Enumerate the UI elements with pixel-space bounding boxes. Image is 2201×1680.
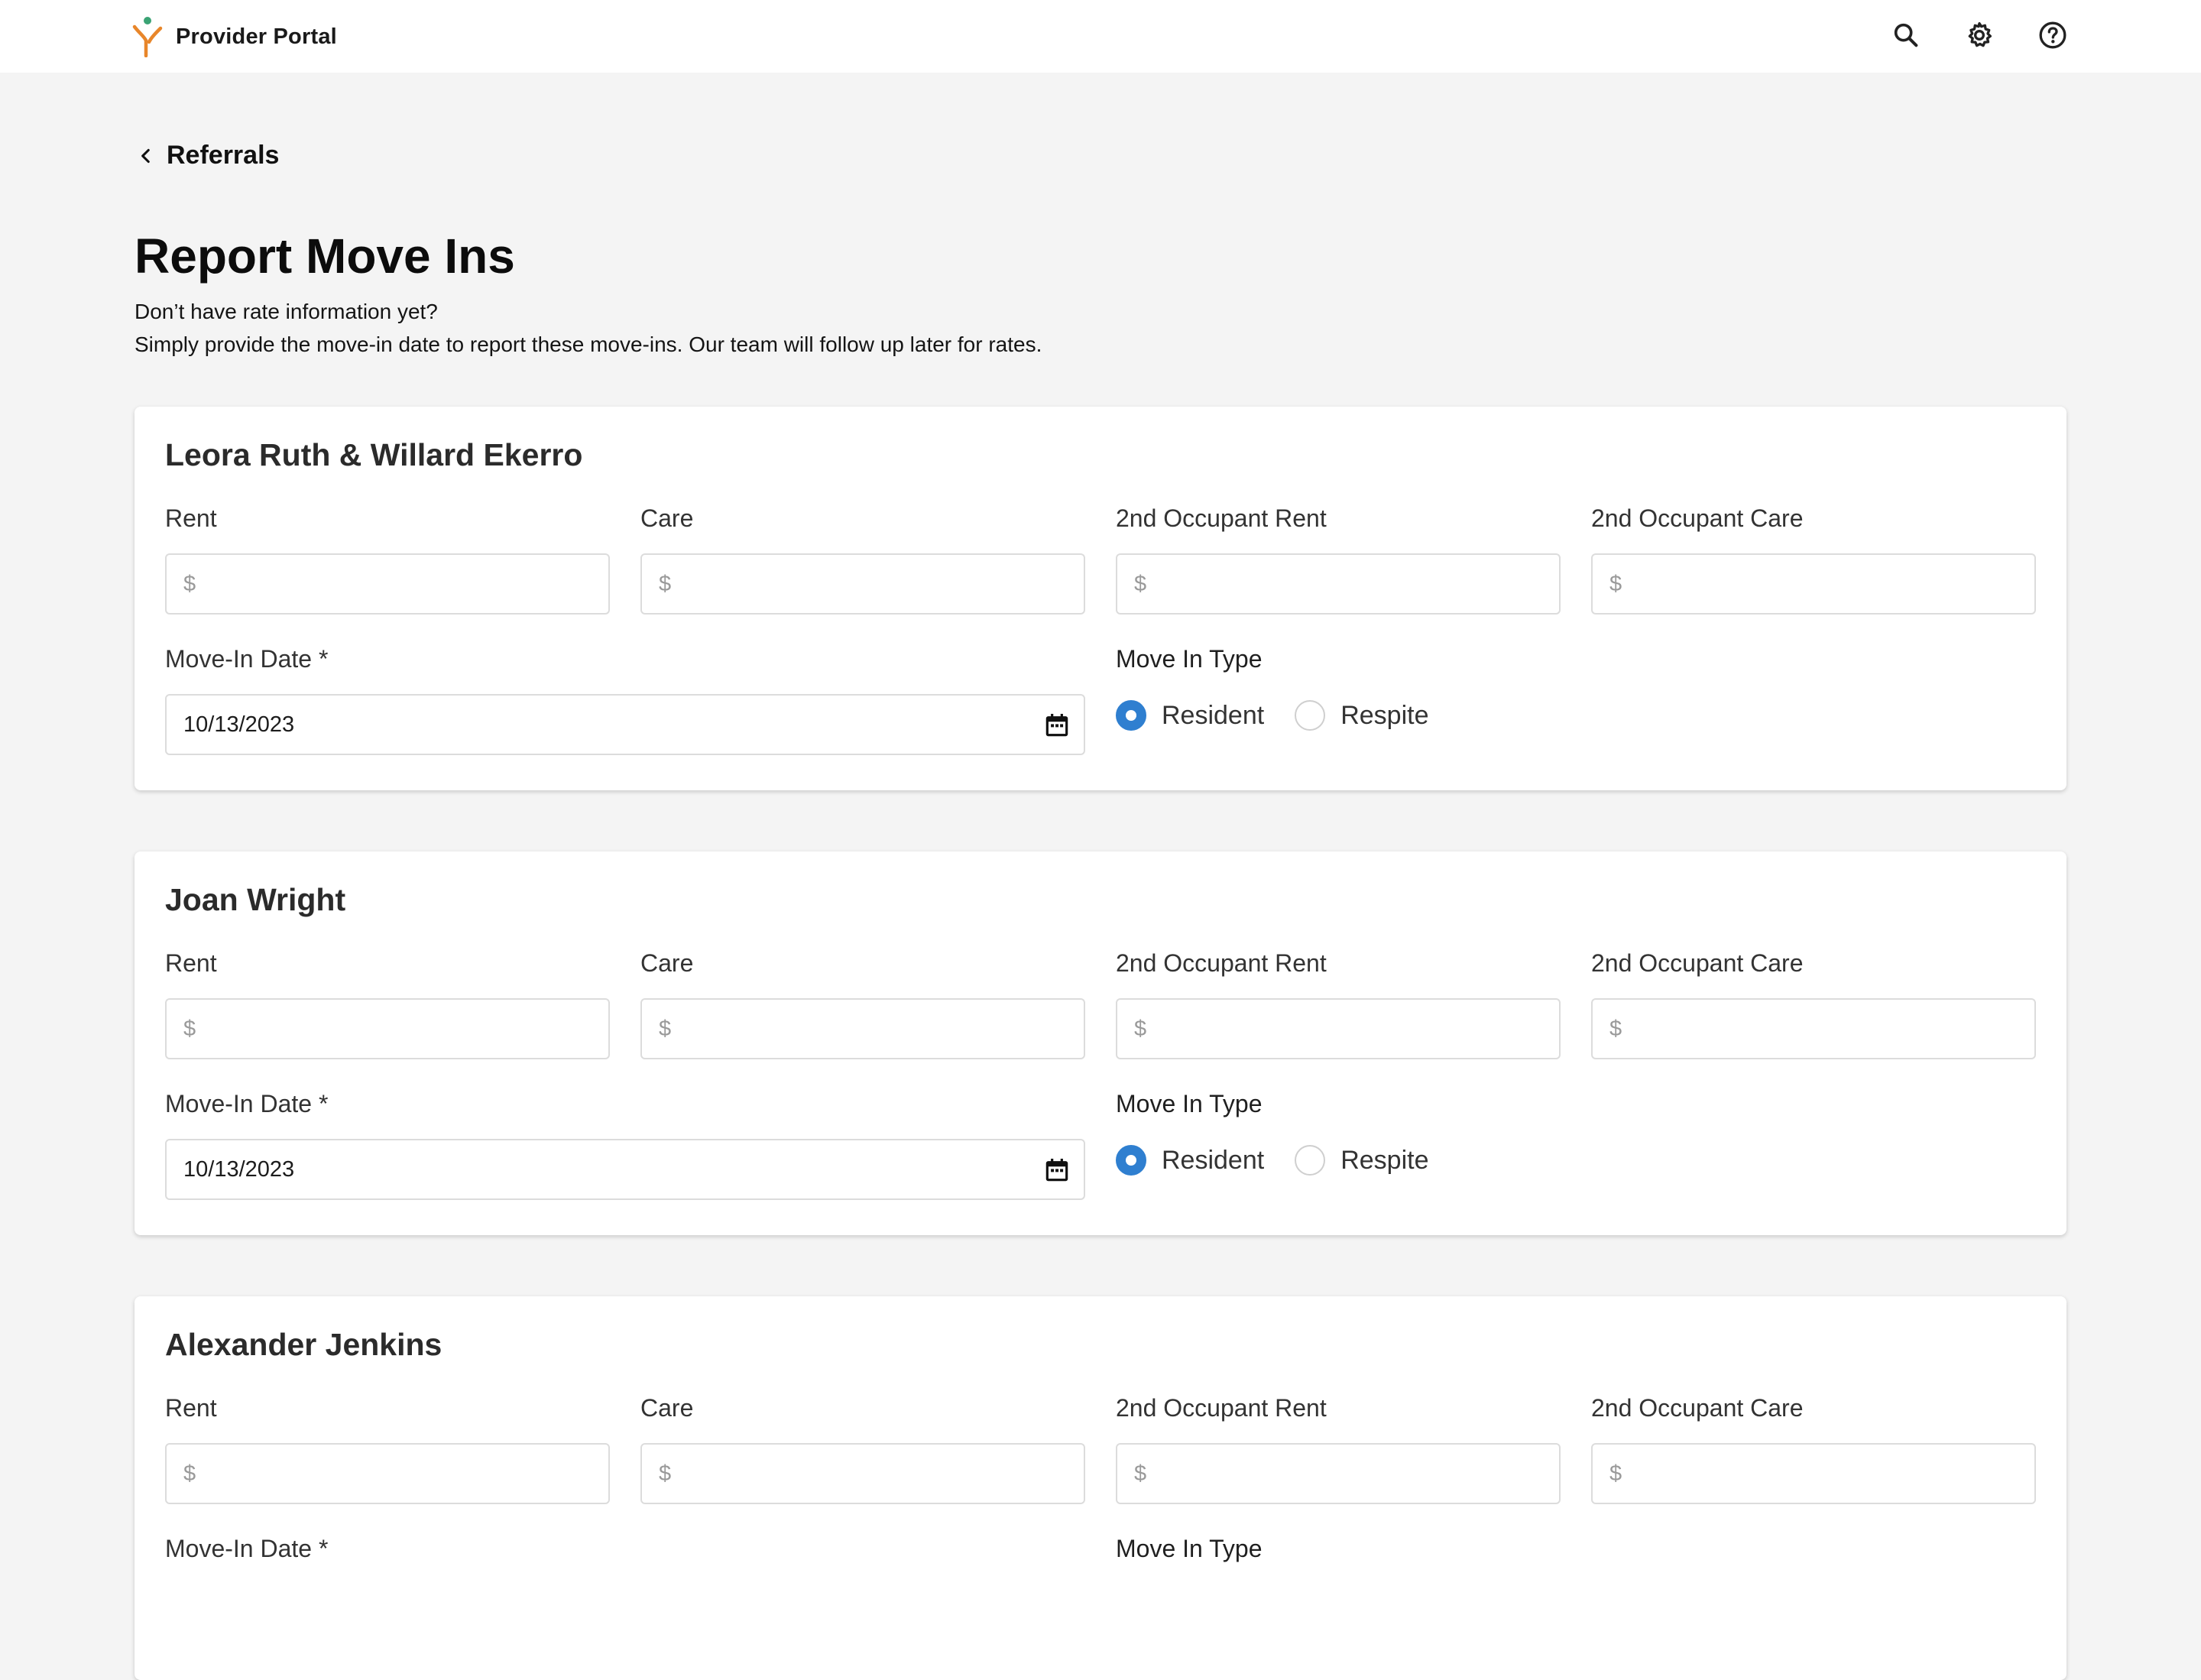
second-occupant-care-label: 2nd Occupant Care — [1591, 949, 1804, 977]
currency-placeholder: $ — [659, 1016, 672, 1041]
referral-name: Alexander Jenkins — [165, 1327, 442, 1362]
second-occupant-rent-label: 2nd Occupant Rent — [1116, 1394, 1327, 1422]
radio-respite-label: Respite — [1340, 1145, 1429, 1175]
second-occupant-care-label: 2nd Occupant Care — [1591, 504, 1804, 532]
subtitle-line-2: Simply provide the move-in date to repor… — [135, 332, 1042, 356]
calendar-icon[interactable] — [1042, 711, 1071, 740]
second-occupant-rent-input[interactable]: $ — [1116, 998, 1561, 1059]
move-in-type-label: Move In Type — [1116, 1535, 1263, 1562]
second-occupant-care-input[interactable]: $ — [1591, 553, 2036, 615]
rent-label: Rent — [165, 949, 217, 977]
currency-placeholder: $ — [1609, 571, 1622, 596]
currency-placeholder: $ — [659, 571, 672, 596]
radio-resident-circle[interactable] — [1116, 700, 1146, 731]
subtitle-line-1: Don’t have rate information yet? — [135, 300, 438, 323]
radio-resident[interactable]: Resident — [1116, 1145, 1264, 1176]
radio-respite-circle[interactable] — [1295, 700, 1326, 731]
care-input[interactable]: $ — [640, 1443, 1085, 1504]
provider-logo-icon — [132, 17, 163, 57]
second-occupant-rent-label: 2nd Occupant Rent — [1116, 949, 1327, 977]
currency-placeholder: $ — [659, 1461, 672, 1486]
radio-respite[interactable]: Respite — [1295, 1145, 1428, 1176]
referral-name: Leora Ruth & Willard Ekerro — [165, 437, 583, 472]
back-to-referrals-link[interactable]: Referrals — [136, 141, 279, 170]
settings-button[interactable] — [1963, 18, 1996, 52]
care-input[interactable]: $ — [640, 553, 1085, 615]
rent-input[interactable]: $ — [165, 998, 610, 1059]
currency-placeholder: $ — [183, 1461, 196, 1486]
radio-respite[interactable]: Respite — [1295, 700, 1428, 731]
brand-name: Provider Portal — [176, 24, 337, 49]
care-label: Care — [640, 504, 694, 532]
gear-icon — [1968, 22, 1992, 47]
second-occupant-rent-input[interactable]: $ — [1116, 1443, 1561, 1504]
rent-input[interactable]: $ — [165, 553, 610, 615]
move-in-date-label: Move-In Date * — [165, 1090, 329, 1117]
page-subtitle: Don’t have rate information yet? Simply … — [135, 295, 1042, 361]
move-in-date-value: 10/13/2023 — [183, 1156, 295, 1182]
top-bar: Provider Portal — [0, 0, 2201, 73]
move-in-card: Joan Wright Rent Care 2nd Occupant Rent … — [135, 851, 2066, 1235]
referral-name: Joan Wright — [165, 882, 346, 917]
radio-resident-label: Resident — [1162, 700, 1265, 730]
help-icon — [2039, 21, 2066, 49]
care-label: Care — [640, 949, 694, 977]
radio-respite-circle[interactable] — [1295, 1145, 1326, 1176]
move-in-card: Alexander Jenkins Rent Care 2nd Occupant… — [135, 1296, 2066, 1680]
care-input[interactable]: $ — [640, 998, 1085, 1059]
currency-placeholder: $ — [1609, 1016, 1622, 1041]
brand[interactable]: Provider Portal — [131, 15, 337, 58]
move-in-type-group: Resident Respite — [1116, 1145, 1459, 1176]
move-in-type-label: Move In Type — [1116, 645, 1263, 673]
help-button[interactable] — [2036, 18, 2070, 52]
currency-placeholder: $ — [183, 1016, 196, 1041]
back-link-label: Referrals — [167, 141, 280, 170]
chevron-left-icon — [141, 148, 150, 163]
top-icon-bar — [1889, 18, 2070, 52]
radio-resident[interactable]: Resident — [1116, 700, 1264, 731]
move-in-date-value: 10/13/2023 — [183, 712, 295, 737]
currency-placeholder: $ — [183, 571, 196, 596]
currency-placeholder: $ — [1134, 1016, 1147, 1041]
rent-label: Rent — [165, 504, 217, 532]
currency-placeholder: $ — [1134, 1461, 1147, 1486]
search-icon — [1894, 23, 1918, 47]
move-in-date-label: Move-In Date * — [165, 645, 329, 673]
second-occupant-rent-input[interactable]: $ — [1116, 553, 1561, 615]
currency-placeholder: $ — [1134, 571, 1147, 596]
move-in-type-group: Resident Respite — [1116, 700, 1459, 731]
second-occupant-care-label: 2nd Occupant Care — [1591, 1394, 1804, 1422]
search-button[interactable] — [1889, 18, 1923, 52]
second-occupant-rent-label: 2nd Occupant Rent — [1116, 504, 1327, 532]
radio-resident-circle[interactable] — [1116, 1145, 1146, 1176]
move-in-date-label: Move-In Date * — [165, 1535, 329, 1562]
move-in-date-input[interactable]: 10/13/2023 — [165, 694, 1085, 755]
move-in-card: Leora Ruth & Willard Ekerro Rent Care 2n… — [135, 407, 2066, 790]
second-occupant-care-input[interactable]: $ — [1591, 998, 2036, 1059]
rent-label: Rent — [165, 1394, 217, 1422]
second-occupant-care-input[interactable]: $ — [1591, 1443, 2036, 1504]
move-in-type-label: Move In Type — [1116, 1090, 1263, 1117]
care-label: Care — [640, 1394, 694, 1422]
rent-input[interactable]: $ — [165, 1443, 610, 1504]
currency-placeholder: $ — [1609, 1461, 1622, 1486]
radio-resident-label: Resident — [1162, 1145, 1265, 1175]
radio-respite-label: Respite — [1340, 700, 1429, 730]
page-title: Report Move Ins — [135, 229, 515, 284]
calendar-icon[interactable] — [1042, 1156, 1071, 1185]
move-in-date-input[interactable]: 10/13/2023 — [165, 1139, 1085, 1200]
